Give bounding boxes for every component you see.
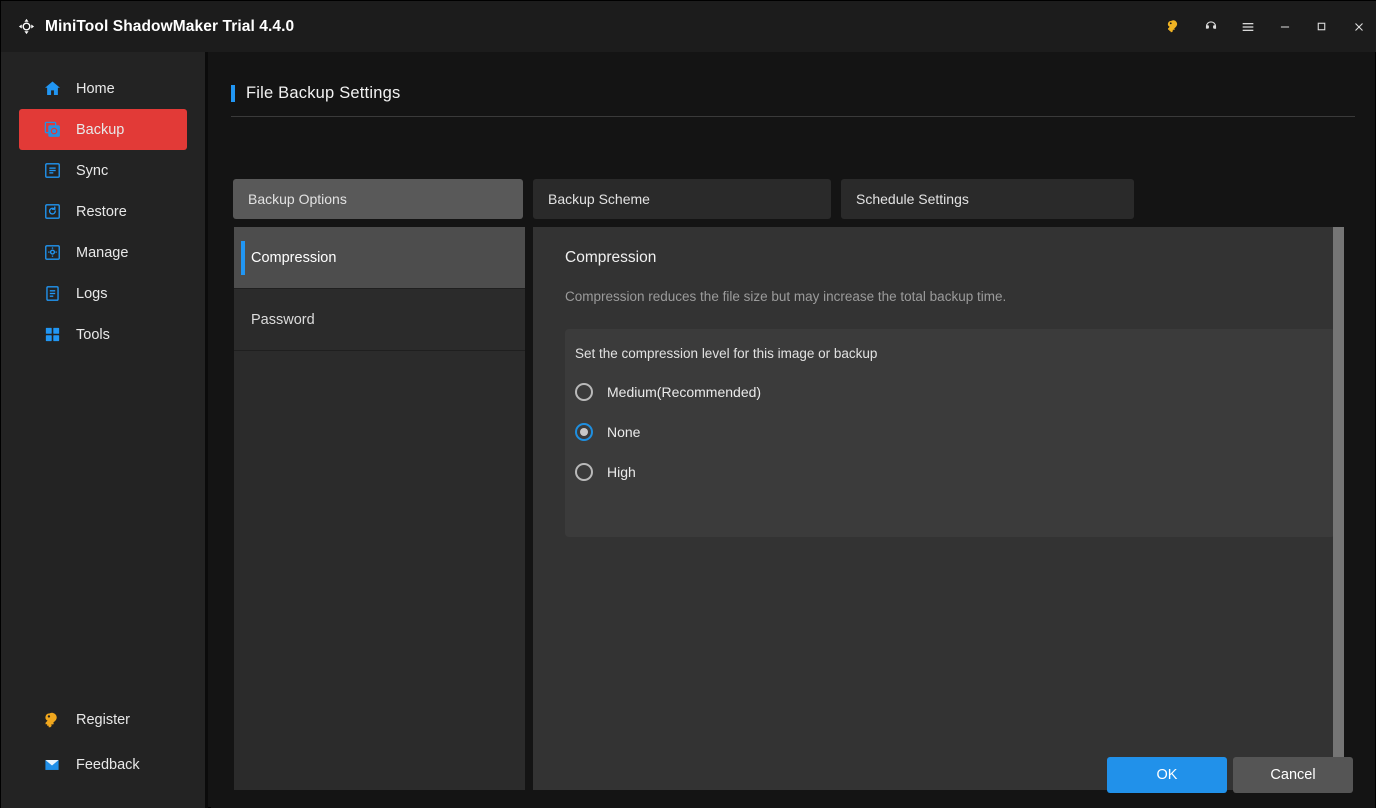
settings-tabs: Backup Options Backup Scheme Schedule Se…: [233, 179, 1144, 219]
radio-option-medium[interactable]: Medium(Recommended): [575, 383, 1335, 401]
close-icon[interactable]: [1340, 1, 1376, 52]
logs-clipboard-icon: [41, 283, 63, 305]
sidebar-item-label: Restore: [76, 203, 127, 220]
sync-icon: [41, 160, 63, 182]
sidebar-footer-nav: Register Feedback: [1, 697, 205, 787]
sidebar-item-register[interactable]: Register: [19, 697, 187, 742]
sidebar-item-sync[interactable]: Sync: [19, 150, 187, 191]
category-item-password[interactable]: Password: [234, 289, 525, 351]
sidebar-item-label: Home: [76, 80, 115, 97]
window-title: MiniTool ShadowMaker Trial 4.4.0: [45, 17, 295, 35]
radio-option-label: High: [607, 464, 636, 480]
compression-level-group: Set the compression level for this image…: [565, 329, 1335, 537]
title-bar: MiniTool ShadowMaker Trial 4.4.0: [1, 1, 1376, 52]
sidebar-item-tools[interactable]: Tools: [19, 314, 187, 355]
shadowmaker-logo-icon: [15, 16, 37, 38]
radio-circle-icon: [575, 383, 593, 401]
ok-button[interactable]: OK: [1107, 756, 1227, 793]
category-item-label: Password: [251, 311, 315, 328]
tab-backup-options[interactable]: Backup Options: [233, 179, 523, 219]
tab-label: Backup Scheme: [548, 191, 650, 207]
radio-option-label: Medium(Recommended): [607, 384, 762, 400]
manage-gear-icon: [41, 242, 63, 264]
cancel-button[interactable]: Cancel: [1233, 756, 1353, 793]
tab-label: Backup Options: [248, 191, 347, 207]
envelope-icon: [41, 754, 63, 776]
section-title: Compression: [565, 249, 657, 266]
sidebar-item-home[interactable]: Home: [19, 68, 187, 109]
sidebar-item-restore[interactable]: Restore: [19, 191, 187, 232]
ok-button-label: OK: [1156, 766, 1178, 783]
app-window: MiniTool ShadowMaker Trial 4.4.0 Home Ba…: [0, 0, 1376, 808]
sidebar-item-manage[interactable]: Manage: [19, 232, 187, 273]
tools-grid-icon: [41, 324, 63, 346]
radio-circle-icon: [575, 463, 593, 481]
category-item-compression[interactable]: Compression: [234, 227, 525, 289]
settings-category-list: Compression Password: [234, 227, 525, 790]
detail-panel-scrollbar[interactable]: [1333, 227, 1345, 790]
home-icon: [41, 78, 63, 100]
menu-hamburger-icon[interactable]: [1229, 1, 1266, 52]
sidebar-item-label: Register: [76, 711, 130, 728]
key-icon: [41, 709, 63, 731]
radio-option-label: None: [607, 424, 641, 440]
sidebar-nav: Home Backup Sync Restore Manage Logs Too…: [1, 52, 205, 355]
sidebar-item-backup[interactable]: Backup: [19, 109, 187, 150]
tab-label: Schedule Settings: [856, 191, 969, 207]
maximize-icon[interactable]: [1303, 1, 1340, 52]
category-item-label: Compression: [251, 249, 337, 266]
support-headset-icon[interactable]: [1192, 1, 1229, 52]
register-key-icon[interactable]: [1155, 1, 1192, 52]
sidebar-item-feedback[interactable]: Feedback: [19, 742, 187, 787]
window-controls: [1155, 1, 1376, 52]
section-description: Compression reduces the file size but ma…: [565, 289, 1007, 304]
settings-detail-panel: Compression Compression reduces the file…: [533, 227, 1345, 790]
page-title: File Backup Settings: [246, 84, 401, 102]
compression-group-label: Set the compression level for this image…: [575, 346, 878, 361]
category-accent-bar: [241, 241, 245, 275]
sidebar-item-label: Manage: [76, 244, 129, 261]
restore-icon: [41, 201, 63, 223]
tab-schedule-settings[interactable]: Schedule Settings: [841, 179, 1134, 219]
header-divider: [231, 116, 1355, 117]
sidebar-item-label: Sync: [76, 162, 109, 179]
sidebar-item-logs[interactable]: Logs: [19, 273, 187, 314]
title-accent-bar: [231, 85, 235, 102]
sidebar-item-label: Feedback: [76, 756, 140, 773]
settings-detail-scroll: Compression Compression reduces the file…: [533, 227, 1345, 537]
sidebar: Home Backup Sync Restore Manage Logs Too…: [1, 52, 208, 808]
main-content: File Backup Settings Backup Options Back…: [211, 52, 1375, 808]
page-header: File Backup Settings: [231, 84, 1355, 117]
tab-backup-scheme[interactable]: Backup Scheme: [533, 179, 831, 219]
sidebar-item-label: Logs: [76, 285, 108, 302]
radio-option-none[interactable]: None: [575, 423, 1335, 441]
minimize-icon[interactable]: [1266, 1, 1303, 52]
sidebar-item-label: Tools: [76, 326, 110, 343]
sidebar-item-label: Backup: [76, 121, 125, 138]
scrollbar-thumb[interactable]: [1333, 227, 1344, 757]
backup-icon: [41, 119, 63, 141]
dialog-footer: OK Cancel: [211, 740, 1375, 808]
cancel-button-label: Cancel: [1270, 766, 1316, 783]
radio-option-high[interactable]: High: [575, 463, 1335, 481]
radio-circle-selected-icon: [575, 423, 593, 441]
